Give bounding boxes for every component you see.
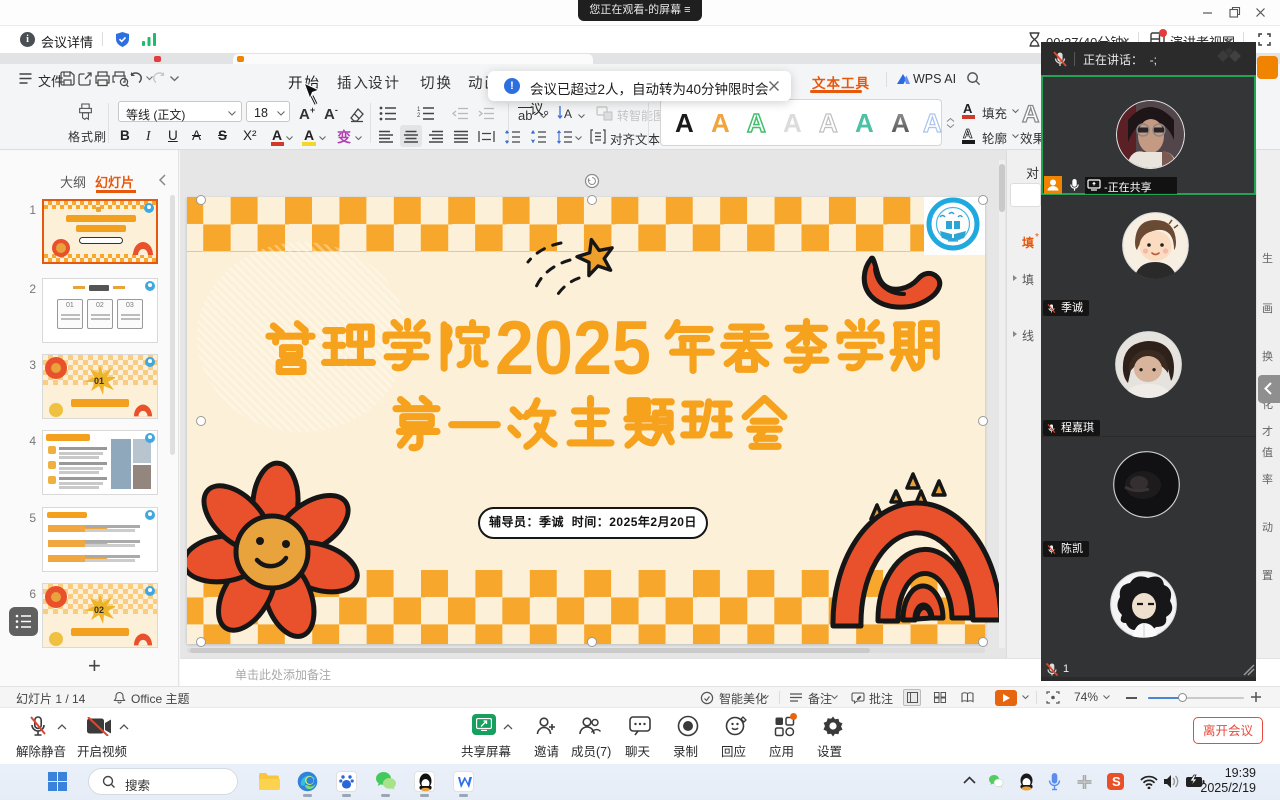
svg-text:2025: 2025: [495, 306, 651, 391]
svg-text:02: 02: [94, 605, 104, 615]
svg-text:2: 2: [417, 113, 421, 119]
svg-text:01: 01: [94, 376, 104, 386]
